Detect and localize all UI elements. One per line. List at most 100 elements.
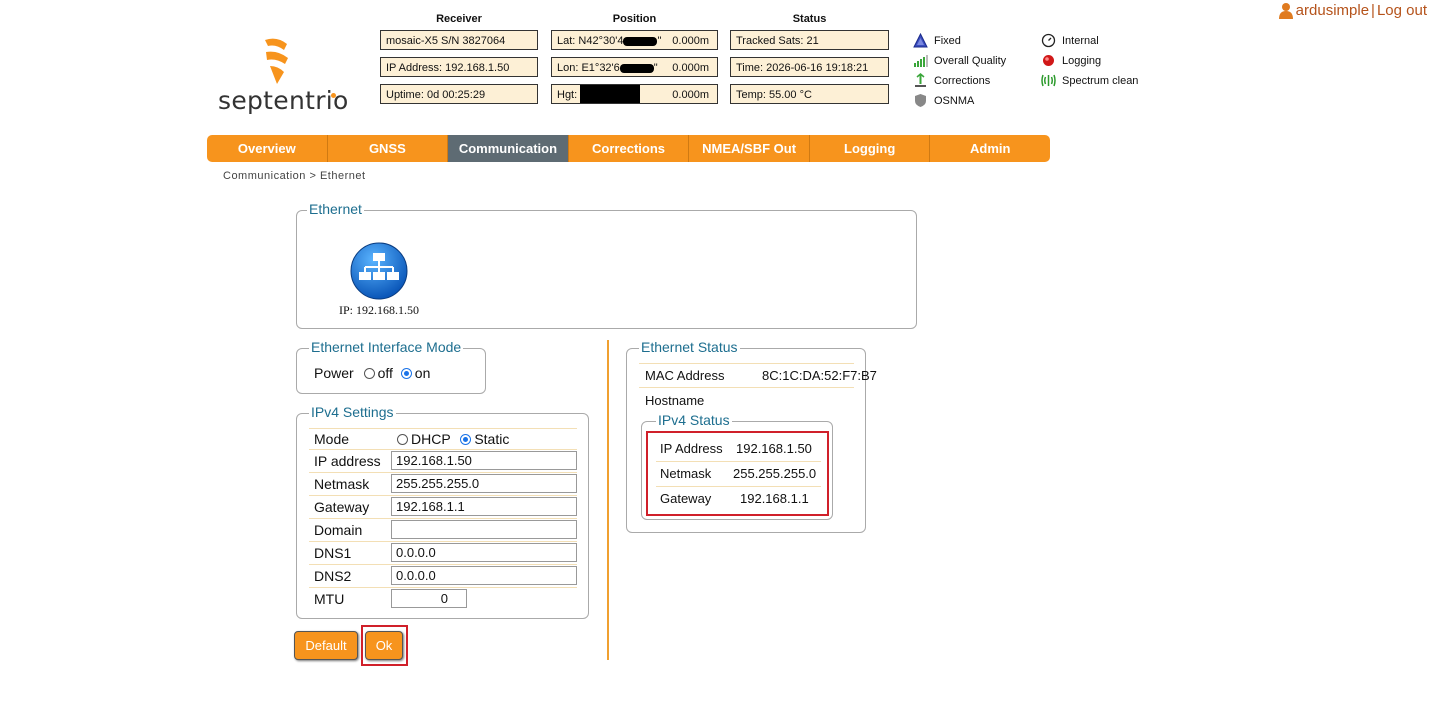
mtu-label: MTU xyxy=(314,591,345,607)
username-link[interactable]: ardusimple xyxy=(1296,2,1369,19)
logging-label: Logging xyxy=(1062,54,1102,67)
tab-nmea-sbf-out[interactable]: NMEA/SBF Out xyxy=(689,135,810,162)
mac-label: MAC Address xyxy=(645,368,725,383)
position-lat: Lat: N42°30'4 " 0.000m xyxy=(551,30,718,50)
netmask-label: Netmask xyxy=(314,476,370,492)
row-separator xyxy=(309,472,577,473)
ethernet-status-legend: Ethernet Status xyxy=(639,339,740,355)
default-button[interactable]: Default xyxy=(294,631,358,660)
tab-gnss[interactable]: GNSS xyxy=(328,135,449,162)
logo-wordmark: septentrio xyxy=(218,86,349,115)
logout-link[interactable]: Log out xyxy=(1377,2,1427,19)
internal-label: Internal xyxy=(1062,34,1099,47)
row-separator xyxy=(309,587,577,588)
tab-logging[interactable]: Logging xyxy=(810,135,931,162)
fixed-triangle-icon xyxy=(913,33,928,48)
lon-suffix: " xyxy=(653,62,658,74)
logo-dot xyxy=(331,93,336,98)
dns2-label: DNS2 xyxy=(314,568,352,584)
ethernet-network-icon[interactable] xyxy=(349,241,409,301)
tab-overview[interactable]: Overview xyxy=(207,135,328,162)
osnma-label: OSNMA xyxy=(934,94,975,107)
column-divider xyxy=(607,340,609,660)
power-on-radio[interactable] xyxy=(400,368,412,379)
spectrum-label: Spectrum clean xyxy=(1062,74,1139,87)
quality-label: Overall Quality xyxy=(934,54,1007,67)
dns1-input[interactable]: 0.0.0.0 xyxy=(391,543,577,562)
lon-value: 0.000m xyxy=(672,62,709,74)
indicator-corrections[interactable]: Corrections xyxy=(913,73,990,88)
status-time: Time: 2026-06-16 19:18:21 xyxy=(730,57,889,77)
ip-address-input[interactable]: 192.168.1.50 xyxy=(391,451,577,470)
row-separator xyxy=(309,564,577,565)
power-on-option[interactable]: on xyxy=(400,365,431,381)
gateway-label: Gateway xyxy=(314,499,370,515)
receiver-ip: IP Address: 192.168.1.50 xyxy=(380,57,538,77)
dhcp-label: DHCP xyxy=(411,431,451,447)
tab-communication[interactable]: Communication xyxy=(448,135,569,162)
mode-static-option[interactable]: Static xyxy=(460,431,509,447)
mac-value: 8C:1C:DA:52:F7:B7 xyxy=(762,368,877,383)
ethernet-ip-label: IP: 192.168.1.50 xyxy=(339,303,420,317)
power-off-radio[interactable] xyxy=(363,368,375,379)
receiver-heading: Receiver xyxy=(436,13,482,25)
static-label: Static xyxy=(474,431,510,447)
power-on-label: on xyxy=(414,365,431,381)
dhcp-radio[interactable] xyxy=(397,434,408,445)
status-sats: Tracked Sats: 21 xyxy=(730,30,889,50)
mode-dhcp-option[interactable]: DHCP xyxy=(397,431,450,447)
domain-input[interactable] xyxy=(391,520,577,539)
fixed-label: Fixed xyxy=(934,34,961,47)
position-hgt: Hgt: 0.000m xyxy=(551,84,718,104)
dns2-input[interactable]: 0.0.0.0 xyxy=(391,566,577,585)
hgt-redaction xyxy=(580,85,640,103)
septentrio-logo[interactable]: septentrio xyxy=(210,38,348,120)
lat-prefix: Lat: N42°30'4 xyxy=(557,35,624,47)
interface-mode-legend: Ethernet Interface Mode xyxy=(309,339,464,355)
breadcrumb: Communication > Ethernet xyxy=(223,170,366,182)
logo-mark-icon xyxy=(265,38,288,84)
lat-value: 0.000m xyxy=(672,35,709,47)
netmask-input[interactable]: 255.255.255.0 xyxy=(391,474,577,493)
domain-label: Domain xyxy=(314,522,363,538)
receiver-uptime: Uptime: 0d 00:25:29 xyxy=(380,84,538,104)
row-separator xyxy=(309,495,577,496)
mtu-input[interactable]: 0 xyxy=(391,589,467,608)
tab-corrections[interactable]: Corrections xyxy=(569,135,690,162)
mode-options: DHCP Static xyxy=(397,431,509,447)
spectrum-icon xyxy=(1041,74,1056,87)
ipv4-status-highlight-box xyxy=(646,431,829,516)
lat-suffix: " xyxy=(657,35,662,47)
hgt-value: 0.000m xyxy=(672,89,709,101)
indicator-quality[interactable]: Overall Quality xyxy=(913,53,1006,68)
indicator-osnma[interactable]: OSNMA xyxy=(913,93,974,108)
status-temp: Temp: 55.00 °C xyxy=(730,84,889,104)
power-label: Power xyxy=(314,365,354,381)
logging-dot-icon xyxy=(1043,55,1054,66)
indicator-logging[interactable]: Logging xyxy=(1041,53,1101,68)
row-separator xyxy=(309,428,577,429)
ethernet-fieldset: Ethernet IP: 192.168.1.50 xyxy=(296,201,917,329)
power-row: Power off on xyxy=(314,365,430,381)
clock-icon xyxy=(1041,33,1056,48)
row-separator xyxy=(309,518,577,519)
lon-redaction xyxy=(619,63,654,73)
row-separator xyxy=(309,449,577,450)
row-separator xyxy=(639,363,854,364)
lon-prefix: Lon: E1°32'6 xyxy=(557,62,620,74)
indicator-internal[interactable]: Internal xyxy=(1041,33,1099,48)
ok-highlight-box xyxy=(361,625,408,666)
ipv4-settings-legend: IPv4 Settings xyxy=(309,404,396,420)
tab-admin[interactable]: Admin xyxy=(930,135,1050,162)
user-area: ardusimple | Log out xyxy=(1278,2,1427,19)
position-heading: Position xyxy=(612,13,657,25)
indicator-fixed[interactable]: Fixed xyxy=(913,33,961,48)
antenna-icon xyxy=(915,73,926,87)
indicator-spectrum[interactable]: Spectrum clean xyxy=(1041,73,1138,88)
static-radio[interactable] xyxy=(460,434,472,445)
gateway-input[interactable]: 192.168.1.1 xyxy=(391,497,577,516)
main-nav: Overview GNSS Communication Corrections … xyxy=(207,135,1050,162)
user-icon xyxy=(1278,3,1293,19)
power-off-option[interactable]: off xyxy=(363,365,393,381)
dns1-label: DNS1 xyxy=(314,545,352,561)
